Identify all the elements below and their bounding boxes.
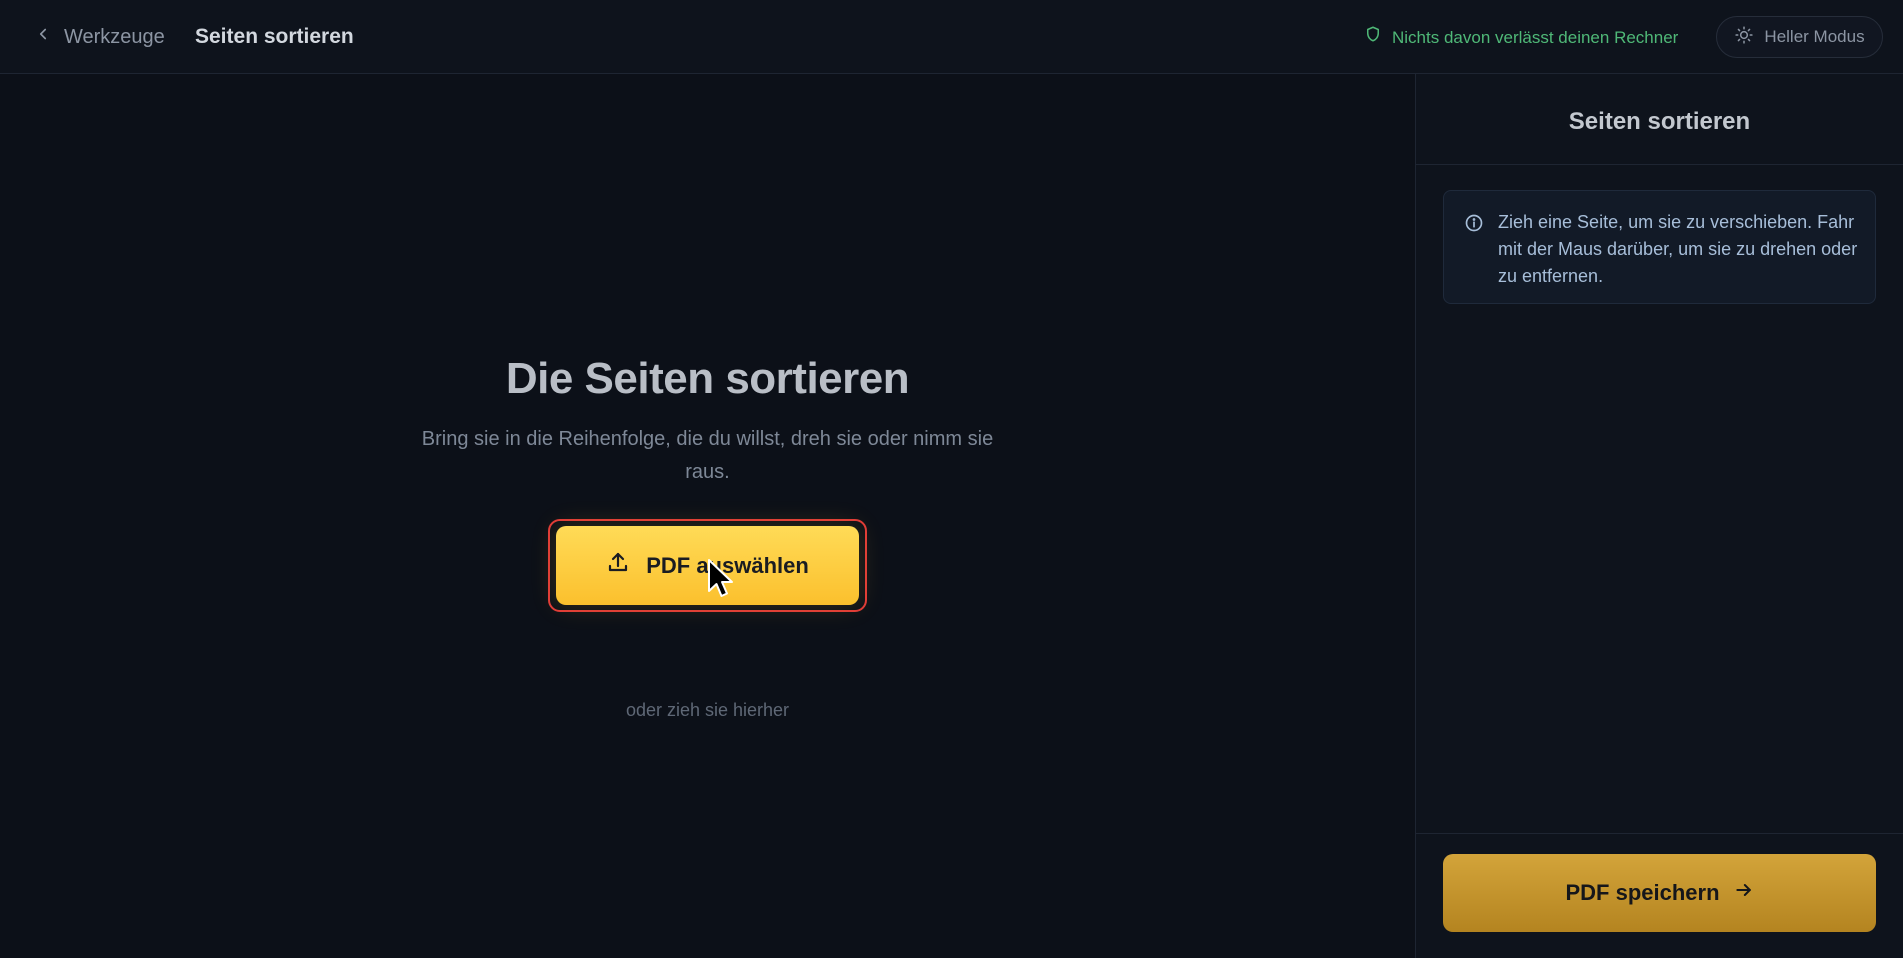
upload-drop-zone[interactable]: Die Seiten sortieren Bring sie in die Re…: [0, 74, 1415, 958]
arrow-right-icon: [1734, 880, 1754, 906]
hero-subtitle: Bring sie in die Reihenfolge, die du wil…: [421, 428, 994, 483]
sun-icon: [1734, 25, 1754, 50]
save-pdf-label: PDF speichern: [1565, 880, 1720, 905]
hero-heading: Die Seiten sortieren: [505, 354, 910, 403]
privacy-note: Nichts davon verlässt deinen Rechner: [1364, 25, 1678, 50]
save-pdf-button[interactable]: PDF speichern: [1443, 854, 1876, 932]
back-to-tools-link[interactable]: Werkzeuge: [34, 24, 165, 50]
app-root: Werkzeuge Seiten sortieren Nichts davon …: [0, 0, 1903, 958]
mode-toggle-label: Heller Modus: [1764, 27, 1865, 46]
back-link-label: Werkzeuge: [64, 25, 165, 48]
top-bar: Werkzeuge Seiten sortieren Nichts davon …: [0, 0, 1903, 74]
sidebar-title: Seiten sortieren: [1568, 108, 1751, 135]
mouse-cursor-icon: [706, 558, 736, 600]
shield-icon: [1364, 25, 1382, 50]
privacy-note-text: Nichts davon verlässt deinen Rechner: [1392, 27, 1679, 47]
info-hint-box: Zieh eine Seite, um sie zu verschieben. …: [1443, 190, 1876, 304]
light-mode-toggle[interactable]: Heller Modus: [1716, 16, 1883, 58]
options-sidebar: Seiten sortieren Zieh eine Seite, um sie…: [1415, 74, 1903, 958]
info-hint-text: Zieh eine Seite, um sie zu verschieben. …: [1498, 212, 1858, 286]
chevron-left-icon: [34, 25, 52, 49]
drop-hint: oder zieh sie hierher: [625, 700, 790, 720]
page-title: Seiten sortieren: [195, 25, 354, 48]
upload-icon: [606, 551, 630, 581]
sidebar-header: Seiten sortieren: [1416, 74, 1903, 165]
info-icon: [1464, 213, 1484, 233]
